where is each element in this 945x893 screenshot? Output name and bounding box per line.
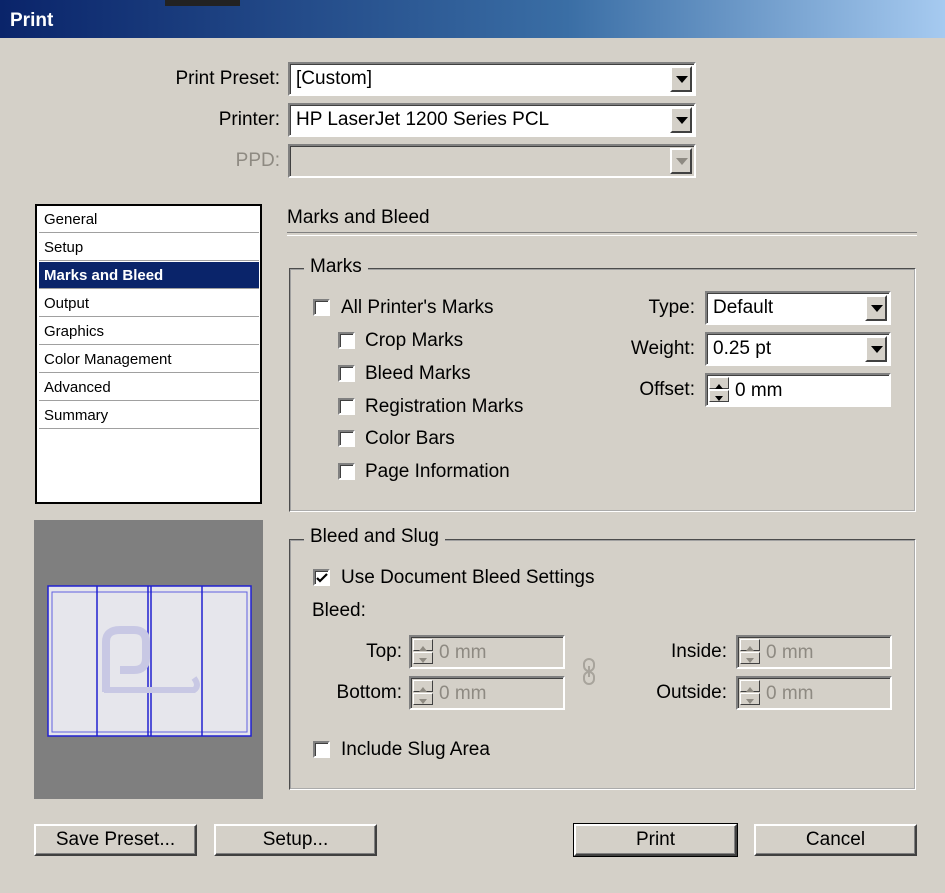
category-list[interactable]: General Setup Marks and Bleed Output Gra… (35, 204, 262, 504)
panel-title-separator (287, 232, 917, 236)
setup-button[interactable]: Setup... (214, 824, 377, 856)
inside-bleed-value: 0 mm (766, 642, 814, 663)
chevron-down-icon[interactable] (865, 295, 887, 321)
outside-bleed-value: 0 mm (766, 683, 814, 704)
save-preset-button[interactable]: Save Preset... (34, 824, 197, 856)
registration-marks-label: Registration Marks (365, 396, 524, 417)
use-document-bleed-checkbox[interactable] (313, 569, 330, 586)
print-button[interactable]: Print (573, 823, 738, 857)
step-up-icon[interactable] (413, 639, 433, 651)
offset-label: Offset: (639, 379, 695, 400)
bleed-label: Bleed: (312, 600, 366, 621)
top-label: Top: (366, 641, 402, 662)
ppd-dropdown[interactable] (288, 144, 696, 178)
step-up-icon[interactable] (709, 377, 729, 389)
bottom-label: Bottom: (336, 682, 402, 703)
sidebar-item-advanced[interactable]: Advanced (39, 374, 259, 401)
ppd-label: PPD: (235, 150, 280, 171)
registration-marks-checkbox[interactable] (338, 398, 355, 415)
chevron-down-icon[interactable] (865, 336, 887, 362)
sidebar-item-general[interactable]: General (39, 206, 259, 233)
step-down-icon[interactable] (740, 693, 760, 705)
type-label: Type: (648, 297, 695, 318)
bleed-marks-checkbox[interactable] (338, 365, 355, 382)
sidebar-item-color-management[interactable]: Color Management (39, 346, 259, 373)
bleed-marks-label: Bleed Marks (365, 363, 471, 384)
sidebar-item-setup[interactable]: Setup (39, 234, 259, 261)
use-document-bleed-label: Use Document Bleed Settings (341, 567, 595, 588)
chevron-down-icon[interactable] (670, 107, 692, 133)
offset-spinner[interactable]: 0 mm (705, 373, 891, 407)
outside-stepper-buttons[interactable] (740, 680, 762, 706)
all-printers-marks-label: All Printer's Marks (341, 297, 494, 318)
page-information-checkbox[interactable] (338, 463, 355, 480)
color-bars-label: Color Bars (365, 428, 455, 449)
sidebar-item-marks-and-bleed[interactable]: Marks and Bleed (39, 262, 259, 289)
outside-bleed-spinner[interactable]: 0 mm (736, 676, 892, 710)
print-preset-label: Print Preset: (175, 68, 280, 89)
weight-dropdown[interactable]: 0.25 pt (705, 332, 891, 366)
panel-title: Marks and Bleed (287, 207, 430, 228)
step-down-icon[interactable] (709, 390, 729, 402)
offset-stepper-buttons[interactable] (709, 377, 731, 403)
print-preset-dropdown[interactable]: [Custom] (288, 62, 696, 96)
chevron-down-icon[interactable] (670, 148, 692, 174)
type-dropdown[interactable]: Default (705, 291, 891, 325)
marks-group-label: Marks (304, 256, 368, 278)
top-bleed-spinner[interactable]: 0 mm (409, 635, 565, 669)
include-slug-label: Include Slug Area (341, 739, 490, 760)
step-down-icon[interactable] (740, 652, 760, 664)
chevron-down-icon[interactable] (670, 66, 692, 92)
step-up-icon[interactable] (413, 680, 433, 692)
page-preview (34, 520, 263, 799)
step-up-icon[interactable] (740, 680, 760, 692)
sidebar-item-graphics[interactable]: Graphics (39, 318, 259, 345)
crop-marks-label: Crop Marks (365, 330, 464, 351)
check-icon (316, 573, 328, 583)
crop-marks-checkbox[interactable] (338, 332, 355, 349)
bottom-bleed-spinner[interactable]: 0 mm (409, 676, 565, 710)
printer-dropdown[interactable]: HP LaserJet 1200 Series PCL (288, 103, 696, 137)
page-information-label: Page Information (365, 461, 510, 482)
bottom-stepper-buttons[interactable] (413, 680, 435, 706)
background-strip (165, 0, 240, 6)
color-bars-checkbox[interactable] (338, 430, 355, 447)
step-down-icon[interactable] (413, 652, 433, 664)
weight-label: Weight: (630, 338, 695, 359)
step-down-icon[interactable] (413, 693, 433, 705)
chain-link-icon[interactable] (578, 657, 602, 687)
inside-bleed-spinner[interactable]: 0 mm (736, 635, 892, 669)
inside-label: Inside: (671, 641, 727, 662)
cancel-button[interactable]: Cancel (754, 824, 917, 856)
offset-value: 0 mm (735, 380, 783, 401)
top-stepper-buttons[interactable] (413, 639, 435, 665)
type-value: Default (713, 297, 774, 318)
outside-label: Outside: (656, 682, 727, 703)
weight-value: 0.25 pt (713, 338, 772, 359)
preview-graphic (47, 585, 252, 737)
bottom-bleed-value: 0 mm (439, 683, 487, 704)
inside-stepper-buttons[interactable] (740, 639, 762, 665)
printer-label: Printer: (218, 109, 280, 130)
sidebar-item-summary[interactable]: Summary (39, 402, 259, 429)
title-bar[interactable]: Print (0, 0, 945, 38)
sidebar-item-output[interactable]: Output (39, 290, 259, 317)
print-preset-value: [Custom] (296, 68, 373, 89)
bleed-slug-group-label: Bleed and Slug (304, 526, 445, 548)
top-bleed-value: 0 mm (439, 642, 487, 663)
all-printers-marks-checkbox[interactable] (313, 299, 330, 316)
window-title: Print (10, 10, 54, 31)
step-up-icon[interactable] (740, 639, 760, 651)
include-slug-checkbox[interactable] (313, 741, 330, 758)
printer-value: HP LaserJet 1200 Series PCL (296, 109, 550, 130)
